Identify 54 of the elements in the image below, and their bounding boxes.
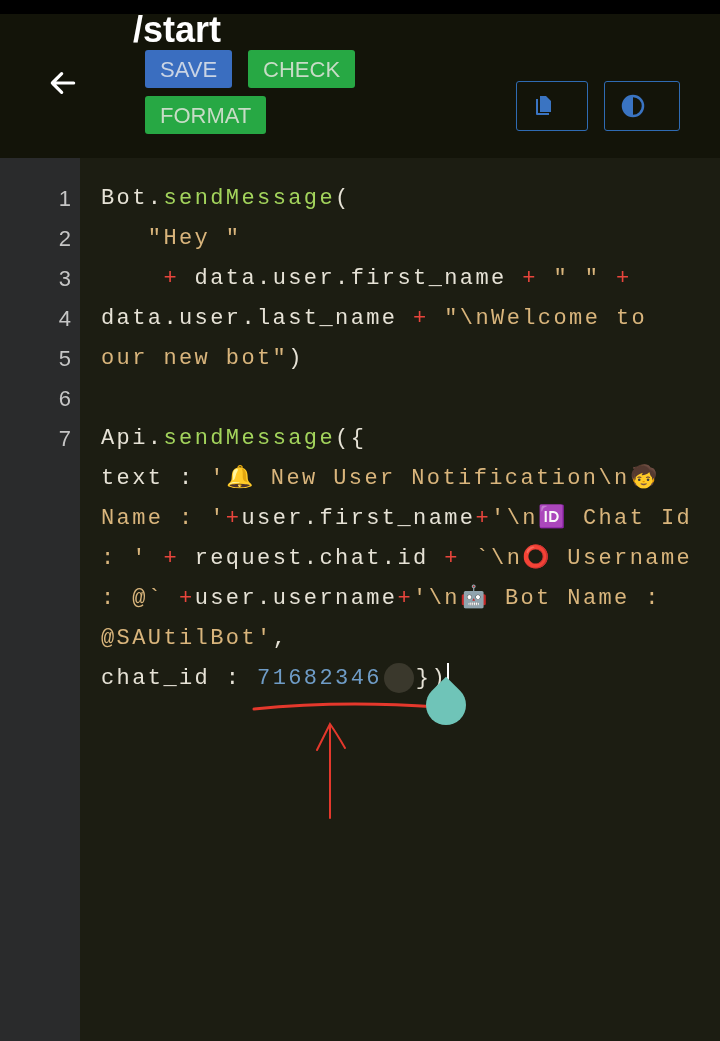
code-token: our new bot" bbox=[101, 344, 289, 373]
code-token: "\nWelcome to bbox=[443, 304, 648, 333]
line-number: 7 bbox=[58, 424, 71, 453]
code-token: '\n🤖 Bot Name : bbox=[413, 583, 661, 613]
line-number: 2 bbox=[58, 224, 71, 253]
code-token: + bbox=[225, 504, 242, 533]
code-token: data.user.last_name bbox=[101, 304, 399, 333]
code-token: , bbox=[272, 624, 289, 653]
code-token: + bbox=[178, 584, 195, 613]
code-token: Name : ' bbox=[101, 504, 226, 533]
code-token: user.first_name bbox=[241, 504, 476, 533]
code-token: request.chat.id bbox=[194, 544, 429, 573]
code-token: data.user.first_name bbox=[193, 264, 508, 293]
code-token: '🔔 New User Notification\n🧒 bbox=[210, 463, 660, 493]
code-token: + bbox=[413, 304, 429, 333]
code-token: text : bbox=[101, 464, 196, 493]
code-token: "Hey " bbox=[146, 224, 242, 253]
code-token: + bbox=[475, 504, 492, 533]
toolbar-button[interactable]: SAVE bbox=[145, 50, 233, 88]
file-icon bbox=[533, 95, 553, 117]
code-token: 71682346 bbox=[257, 664, 382, 693]
code-token: ) bbox=[288, 344, 304, 373]
line-number: 6 bbox=[58, 384, 71, 413]
page-title: /start bbox=[133, 10, 223, 50]
code-token: + bbox=[397, 584, 414, 613]
file-button[interactable] bbox=[516, 81, 588, 131]
code-token: + bbox=[615, 264, 632, 293]
code-token: Api. bbox=[101, 424, 164, 453]
code-token: : @` bbox=[101, 584, 164, 613]
line-number: 5 bbox=[58, 344, 71, 373]
code-token: " " bbox=[552, 264, 602, 293]
toolbar-button[interactable]: FORMAT bbox=[145, 96, 267, 134]
code-token: + bbox=[162, 264, 179, 293]
line-number: 4 bbox=[58, 304, 71, 333]
line-number: 3 bbox=[58, 264, 71, 293]
toolbar-button[interactable]: CHECK bbox=[248, 50, 356, 88]
code-token: ( bbox=[335, 184, 351, 213]
code-token: + bbox=[162, 544, 181, 573]
code-token: sendMessage bbox=[163, 184, 336, 213]
code-token: + bbox=[443, 544, 461, 573]
code-token: + bbox=[522, 264, 538, 293]
code-token: `\n⭕ Username bbox=[475, 543, 693, 573]
theme-button[interactable] bbox=[604, 81, 680, 131]
redaction-blot bbox=[383, 663, 414, 693]
code-token: Bot. bbox=[101, 184, 164, 213]
code-token: '\n🆔 Chat Id bbox=[491, 503, 693, 533]
code-token: chat_id : bbox=[101, 664, 243, 693]
code-token: ({ bbox=[335, 424, 367, 453]
code-token: : ' bbox=[101, 544, 148, 573]
contrast-icon bbox=[621, 94, 645, 118]
code-token: user.username bbox=[194, 584, 398, 613]
code-token: sendMessage bbox=[163, 424, 336, 453]
line-number: 1 bbox=[58, 184, 71, 213]
code-token: @SAUtilBot' bbox=[101, 624, 273, 653]
